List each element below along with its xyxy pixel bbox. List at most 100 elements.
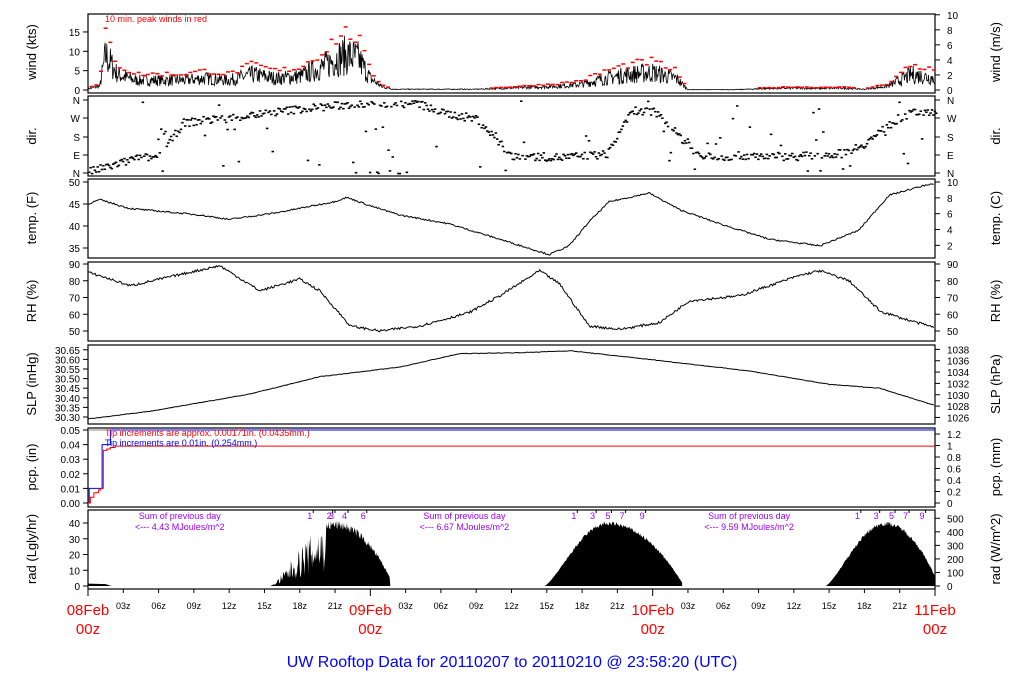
x-day-hour-label: 00z xyxy=(76,621,100,638)
direction-mark xyxy=(672,129,675,132)
precip-legend-blue: Tip increments are 0.01in. (0.254mm.) xyxy=(105,438,257,448)
direction-ylabel-right: dir. xyxy=(988,127,1003,144)
direction-mark xyxy=(518,158,522,160)
x-tick-label: 21z xyxy=(610,601,625,611)
direction-mark xyxy=(901,119,904,121)
direction-mark xyxy=(123,157,126,160)
direction-mark xyxy=(881,125,884,128)
direction-mark xyxy=(493,136,496,139)
direction-mark xyxy=(810,158,814,160)
direction-mark xyxy=(827,152,831,155)
direction-mark xyxy=(541,156,544,159)
direction-mark xyxy=(889,126,893,129)
direction-mark xyxy=(673,127,677,129)
rh-ytick-label: 80 xyxy=(69,277,81,288)
direction-mark xyxy=(566,153,570,156)
direction-mark xyxy=(466,116,469,119)
direction-mark xyxy=(90,172,94,175)
radiation-area xyxy=(270,520,391,586)
direction-mark xyxy=(374,128,378,130)
direction-mark xyxy=(535,157,538,160)
direction-mark xyxy=(903,113,907,115)
direction-mark xyxy=(919,110,922,113)
x-tick-label: 09z xyxy=(187,601,202,611)
rh-ytick-label: 60 xyxy=(69,310,81,321)
direction-mark xyxy=(659,113,663,116)
direction-mark xyxy=(102,164,105,167)
solar-hour-label: 9 xyxy=(640,511,645,521)
direction-mark xyxy=(135,154,139,157)
wind-speed-line xyxy=(87,35,936,91)
direction-mark xyxy=(870,136,873,139)
direction-mark xyxy=(885,124,889,126)
rooftop-weather-chart: 0510150246810wind (kts) wind (m/s)10 min.… xyxy=(24,11,1003,671)
temperature-ytick-label-right: 10 xyxy=(947,178,959,189)
direction-mark xyxy=(596,157,599,160)
direction-mark xyxy=(380,105,383,107)
direction-mark xyxy=(457,114,461,117)
direction-mark xyxy=(318,164,321,166)
direction-mark xyxy=(200,120,204,123)
direction-mark xyxy=(562,153,565,156)
direction-mark xyxy=(215,115,218,118)
direction-mark xyxy=(735,105,739,107)
direction-mark xyxy=(603,152,606,154)
direction-mark xyxy=(503,150,506,153)
direction-mark xyxy=(150,157,153,160)
direction-mark xyxy=(162,133,166,135)
radiation-ytick-label: 30 xyxy=(69,535,81,546)
rh-ytick-label: 70 xyxy=(69,294,81,305)
direction-mark xyxy=(416,100,420,103)
direction-mark xyxy=(614,141,618,143)
direction-mark xyxy=(199,122,203,125)
direction-mark xyxy=(591,153,595,155)
direction-mark xyxy=(927,114,931,117)
direction-mark xyxy=(847,149,850,152)
wind-ytick-label: 5 xyxy=(74,67,80,78)
direction-mark xyxy=(480,126,483,129)
x-day-hour-label: 00z xyxy=(923,621,947,638)
direction-mark xyxy=(459,118,462,120)
direction-mark xyxy=(244,117,248,119)
direction-mark xyxy=(802,151,805,154)
direction-mark xyxy=(195,123,198,126)
direction-mark xyxy=(601,150,605,152)
direction-mark xyxy=(390,105,393,108)
temperature-ytick-label: 45 xyxy=(69,200,81,211)
direction-mark xyxy=(357,106,361,108)
direction-mark xyxy=(775,156,778,159)
precipitation-ytick-label-right: 1.2 xyxy=(947,430,961,441)
direction-mark xyxy=(624,119,627,122)
direction-mark xyxy=(553,155,557,158)
solar-hour-label: 1 xyxy=(307,511,312,521)
direction-mark xyxy=(652,107,656,110)
direction-mark xyxy=(714,143,718,145)
direction-mark xyxy=(306,159,310,162)
direction-ytick-label: E xyxy=(73,151,80,162)
direction-mark xyxy=(471,115,475,118)
daily-sum-value: <--- 4.43 MJoules/m^2 xyxy=(135,522,225,532)
direction-mark xyxy=(858,145,862,148)
direction-mark xyxy=(500,140,503,143)
direction-mark xyxy=(875,134,879,136)
direction-mark xyxy=(884,134,887,136)
precipitation-ytick-label: 0.05 xyxy=(61,426,81,437)
direction-mark xyxy=(192,124,195,127)
direction-mark xyxy=(822,131,825,133)
direction-mark xyxy=(137,158,140,161)
direction-mark xyxy=(687,141,691,144)
direction-ytick-label-right: E xyxy=(947,151,954,162)
direction-mark xyxy=(186,119,190,121)
direction-mark xyxy=(620,128,623,131)
precipitation-ytick-label-right: 0.4 xyxy=(947,476,961,487)
direction-mark xyxy=(848,165,852,167)
direction-mark xyxy=(464,112,468,114)
rh-ytick-label-right: 80 xyxy=(947,277,959,288)
direction-ytick-label-right: N xyxy=(947,96,954,107)
direction-mark xyxy=(815,139,818,141)
peak-wind-annotation: 10 min. peak winds in red xyxy=(105,14,207,24)
radiation-area xyxy=(88,583,112,586)
daily-sum-label: Sum of previous day xyxy=(139,511,222,521)
direction-mark xyxy=(662,130,666,133)
direction-mark xyxy=(388,170,392,172)
